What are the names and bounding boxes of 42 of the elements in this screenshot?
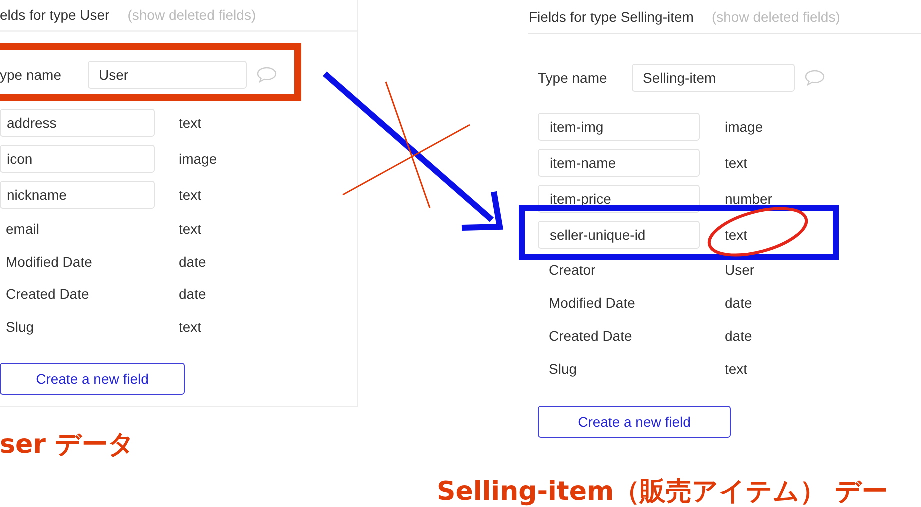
- field-type: User: [725, 262, 755, 278]
- field-name-input[interactable]: nickname: [0, 181, 155, 209]
- field-name: Created Date: [5, 286, 90, 302]
- type-name-input[interactable]: Selling-item: [632, 64, 795, 92]
- field-name-input[interactable]: icon: [0, 145, 155, 173]
- field-name: email: [5, 221, 40, 238]
- comment-icon[interactable]: [805, 70, 825, 86]
- field-type: text: [179, 115, 202, 131]
- field-type: date: [725, 294, 752, 310]
- create-field-button[interactable]: Create a new field: [0, 363, 185, 395]
- field-name: Creator: [548, 262, 597, 278]
- field-type: date: [179, 286, 206, 302]
- create-field-button[interactable]: Create a new field: [538, 406, 731, 438]
- panel-title: elds for type User: [0, 7, 110, 23]
- field-name: Modified Date: [5, 254, 94, 270]
- field-type: date: [725, 328, 752, 344]
- panel-title: Fields for type Selling-item: [529, 8, 694, 24]
- field-type: date: [179, 254, 206, 270]
- field-name-input[interactable]: address: [0, 109, 155, 137]
- comment-icon[interactable]: [257, 67, 277, 83]
- type-name-label: ype name: [0, 67, 62, 83]
- field-type: number: [725, 191, 772, 207]
- field-name: Slug: [548, 360, 578, 376]
- field-name: Slug: [5, 318, 36, 335]
- field-type: image: [179, 151, 218, 167]
- field-name: Created Date: [548, 328, 634, 344]
- field-type: text: [725, 155, 748, 171]
- field-name-input[interactable]: item-price: [538, 185, 700, 213]
- field-type: text: [179, 318, 202, 335]
- type-name-input[interactable]: User: [88, 61, 247, 89]
- field-name-input[interactable]: seller-unique-id: [538, 221, 700, 249]
- field-type: text: [179, 187, 202, 203]
- field-type: text: [725, 360, 748, 376]
- caption: ser データ: [0, 429, 136, 462]
- type-name-label: Type name: [538, 70, 608, 86]
- field-type: text: [725, 227, 748, 243]
- caption: Selling-item（販売アイテム） デー: [437, 476, 890, 507]
- field-name-input[interactable]: item-name: [538, 149, 700, 177]
- field-name: Modified Date: [548, 294, 636, 310]
- field-name-input[interactable]: item-img: [538, 113, 700, 141]
- field-type: image: [725, 119, 764, 135]
- field-type: text: [179, 221, 202, 238]
